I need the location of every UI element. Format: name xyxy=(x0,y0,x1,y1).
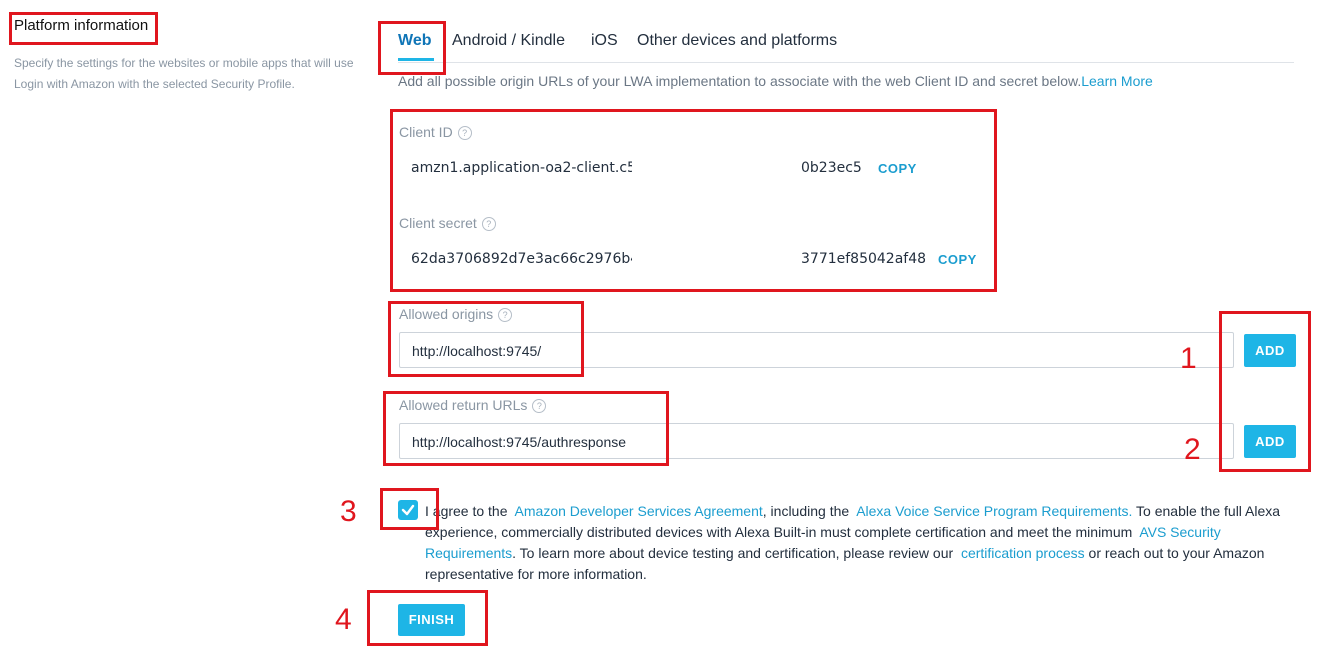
help-icon[interactable]: ? xyxy=(532,399,547,414)
platform-info-description: Specify the settings for the websites or… xyxy=(14,56,354,91)
agreement-checkbox[interactable] xyxy=(398,500,418,520)
copy-client-secret-button[interactable]: COPY xyxy=(938,252,977,267)
active-tab-indicator xyxy=(398,58,434,61)
platform-info-title: Platform information xyxy=(14,17,149,34)
client-id-label-text: Client ID xyxy=(399,124,453,140)
allowed-return-urls-input[interactable]: http://localhost:9745/authresponse xyxy=(399,423,1234,459)
program-requirements-link[interactable]: Alexa Voice Service Program Requirements… xyxy=(856,503,1132,519)
client-secret-value-start: 62da3706892d7e3ac66c2976b479 xyxy=(411,251,657,267)
platform-tabs: Web Android / Kindle iOS Other devices a… xyxy=(398,32,1294,63)
client-secret-label-text: Client secret xyxy=(399,215,477,231)
annotation-number-2: 2 xyxy=(1184,433,1201,466)
help-icon[interactable]: ? xyxy=(457,126,472,141)
agreement-text-1: I agree to the xyxy=(425,503,508,519)
allowed-origins-input[interactable]: http://localhost:9745/ xyxy=(399,332,1234,368)
agreement-text-2: , including the xyxy=(762,503,850,519)
allowed-origins-label: Allowed origins? xyxy=(399,306,513,323)
learn-more-link[interactable]: Learn More xyxy=(1081,73,1153,89)
checkmark-icon xyxy=(401,504,415,516)
copy-client-id-button[interactable]: COPY xyxy=(878,161,917,176)
web-intro-text: Add all possible origin URLs of your LWA… xyxy=(398,73,1082,89)
allowed-return-urls-label: Allowed return URLs? xyxy=(399,397,547,414)
finish-button[interactable]: FINISH xyxy=(398,604,465,636)
web-intro: Add all possible origin URLs of your LWA… xyxy=(398,73,1153,89)
add-origin-button[interactable]: ADD xyxy=(1244,334,1296,367)
tab-web[interactable]: Web xyxy=(398,32,431,50)
developer-services-agreement-link[interactable]: Amazon Developer Services Agreement xyxy=(515,503,763,519)
client-id-label: Client ID? xyxy=(399,124,472,141)
agreement-text-4: . To learn more about device testing and… xyxy=(512,545,954,561)
annotation-number-3: 3 xyxy=(340,495,357,528)
help-icon[interactable]: ? xyxy=(498,308,513,323)
allowed-return-urls-label-text: Allowed return URLs xyxy=(399,397,528,413)
annotation-number-4: 4 xyxy=(335,603,352,636)
redaction-mask xyxy=(632,155,800,183)
add-return-url-button[interactable]: ADD xyxy=(1244,425,1296,458)
client-id-value-start: amzn1.application-oa2-client.c558 xyxy=(411,160,654,176)
client-secret-label: Client secret? xyxy=(399,215,496,232)
allowed-origins-label-text: Allowed origins xyxy=(399,306,494,322)
annotation-number-1: 1 xyxy=(1180,342,1197,375)
agreement-text: I agree to the Amazon Developer Services… xyxy=(425,501,1305,585)
tab-android-kindle[interactable]: Android / Kindle xyxy=(452,32,565,50)
tab-other-devices[interactable]: Other devices and platforms xyxy=(637,32,837,50)
tab-ios[interactable]: iOS xyxy=(591,32,618,50)
certification-process-link[interactable]: certification process xyxy=(961,545,1085,561)
client-id-value-end: 0b23ec5 xyxy=(801,160,862,176)
help-icon[interactable]: ? xyxy=(481,217,496,232)
client-secret-value-end: 3771ef85042af48 xyxy=(801,251,927,267)
redaction-mask xyxy=(632,246,800,274)
